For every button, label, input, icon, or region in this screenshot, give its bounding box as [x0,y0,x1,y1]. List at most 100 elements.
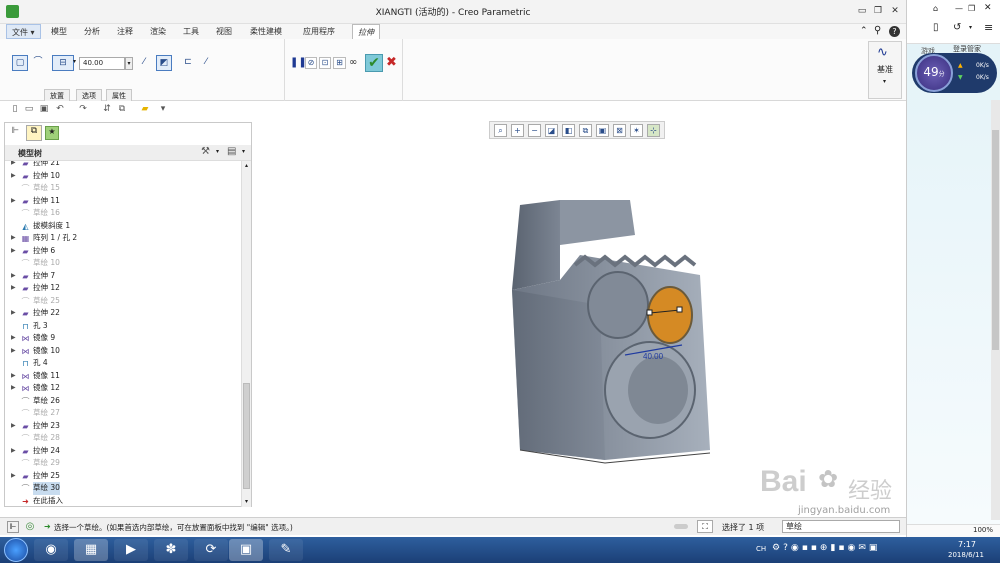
refit-icon[interactable]: ⌕ [494,124,507,137]
expand-icon[interactable]: ▶ [11,345,17,358]
tree-item[interactable]: ▶ ⋈ 镜像 9 [5,332,241,345]
attached-preview-icon[interactable]: ⊡ [319,57,331,69]
chevron-down-icon[interactable]: ▾ [969,24,972,31]
expand-icon[interactable]: ▶ [11,332,17,345]
start-button[interactable] [4,538,28,562]
expand-icon[interactable]: ▶ [11,161,17,170]
annotation-display-icon[interactable]: ⊹ [647,124,660,137]
tree-item[interactable]: ▶ ▰ 拉伸 6 [5,245,241,258]
accelerator-widget[interactable]: 49分 ▲ 0K/s ▼ 0K/s [912,53,997,93]
cancel-button[interactable]: ✖ [386,55,397,70]
display-style-icon[interactable]: ◧ [562,124,575,137]
restore-icon[interactable]: ❐ [968,4,975,13]
zoom-out-icon[interactable]: − [528,124,541,137]
chevron-down-icon[interactable]: ▾ [73,58,76,65]
tab-flexible-modeling[interactable]: 柔性建模 [245,24,287,39]
filter-select[interactable]: 草绘 [782,520,900,533]
tree-item[interactable]: ⌒ 草绘 27 [5,407,241,420]
tree-item[interactable]: ▶ ▰ 拉伸 7 [5,270,241,283]
collapse-icon[interactable]: ⌃ [860,26,868,36]
tree-item[interactable]: ▶ ▰ 拉伸 10 [5,170,241,183]
expand-icon[interactable]: ▶ [11,232,17,245]
depth-input[interactable]: 40.00 [79,57,125,70]
tab-properties[interactable]: 属性 [106,89,132,101]
save-icon[interactable]: ▣ [39,104,49,114]
selection-filter-icon[interactable]: ⛶ [697,520,713,533]
undo-icon[interactable]: ↶ [55,104,65,114]
tray-icons[interactable]: ⚙?◉▪▪⊕▮▪◉✉▣ [772,543,880,553]
tree-item[interactable]: ⌒ 草绘 26 [5,395,241,408]
expand-icon[interactable]: ▶ [11,282,17,295]
expand-icon[interactable]: ▶ [11,470,17,483]
tree-scrollbar[interactable]: ▴ ▾ [241,161,251,507]
windows-icon[interactable]: ⧉ [117,104,127,114]
tab-extrude[interactable]: 拉伸 [352,24,380,39]
tree-item[interactable]: ⌒ 草绘 29 [5,457,241,470]
regenerate-icon[interactable]: ⇵ [102,104,112,114]
flip-direction-icon[interactable]: ⁄ [136,55,152,71]
expand-icon[interactable]: ▶ [11,445,17,458]
drag-handle[interactable] [646,309,653,316]
navigator-toggle-icon[interactable]: ⊩ [7,521,19,533]
tree-item[interactable]: ⌒ 草绘 25 [5,295,241,308]
clock-time[interactable]: 7:17 [958,540,976,549]
tab-annotate[interactable]: 注释 [112,24,138,39]
repaint-icon[interactable]: ◪ [545,124,558,137]
view-manager-icon[interactable]: ▣ [596,124,609,137]
zoom-level[interactable]: 100% [973,526,993,534]
search-icon[interactable]: ⚲ [874,25,881,36]
open-icon[interactable]: ▭ [24,104,34,114]
shirt-icon[interactable]: ⌂ [933,4,938,13]
detached-preview-icon[interactable]: ⊞ [333,57,346,69]
tree-item[interactable]: ⊓ 孔 3 [5,320,241,333]
expand-icon[interactable]: ▶ [11,382,17,395]
taskbar-app-icon[interactable]: ✽ [154,539,188,561]
tree-item[interactable]: ▶ ▰ 拉伸 24 [5,445,241,458]
accept-button[interactable]: ✔ [365,54,383,72]
model-3d-view[interactable]: 40.00 [500,195,715,470]
folder-icon[interactable]: ▰ [140,104,150,114]
refresh-icon[interactable]: ↺ [953,22,961,33]
new-icon[interactable]: ▯ [10,104,20,114]
tree-item[interactable]: ▶ ▰ 拉伸 22 [5,307,241,320]
model-tree-tab-icon[interactable]: ⊩ [8,126,22,140]
thicken-icon[interactable]: ⊏ [180,55,196,71]
datum-display-icon[interactable]: ✶ [630,124,643,137]
restore-button[interactable]: ❐ [872,6,884,17]
expand-icon[interactable]: ▶ [11,270,17,283]
flip-thicken-icon[interactable]: ⁄ [198,55,214,71]
expand-icon[interactable]: ▶ [11,420,17,433]
saved-views-icon[interactable]: ⧉ [579,124,592,137]
close-icon[interactable]: ✕ [984,3,992,13]
tab-applications[interactable]: 应用程序 [298,24,340,39]
tree-item[interactable]: ⌒ 草绘 16 [5,207,241,220]
tree-item[interactable]: ▶ ▰ 拉伸 25 [5,470,241,483]
tab-view[interactable]: 视图 [211,24,237,39]
menu-icon[interactable]: ≡ [984,21,993,34]
no-preview-icon[interactable]: ⊘ [305,57,317,69]
scrollbar-thumb[interactable] [243,383,250,489]
taskbar-360-icon[interactable]: ⟳ [194,539,228,561]
close-button[interactable]: ✕ [889,6,901,17]
tab-file[interactable]: 文件 ▾ [6,24,41,39]
surface-icon[interactable]: ⌒ [30,55,46,71]
tree-item[interactable]: ➜ 在此插入 [5,495,241,508]
perspective-icon[interactable]: ⊠ [613,124,626,137]
depth-dropdown-icon[interactable]: ▾ [125,57,133,70]
verify-icon[interactable]: ∞ [349,57,357,68]
tree-item[interactable]: ▶ ⋈ 镜像 12 [5,382,241,395]
help-icon[interactable]: ? [889,26,900,37]
expand-icon[interactable]: ▶ [11,195,17,208]
tree-item[interactable]: ◭ 拔模斜度 1 [5,220,241,233]
tree-item[interactable]: ▶ ⋈ 镜像 10 [5,345,241,358]
minimize-icon[interactable]: — [955,4,963,13]
customize-icon[interactable]: ▾ [158,104,168,114]
browser-toggle-icon[interactable]: ◎ [24,521,36,533]
remove-material-icon[interactable]: ◩ [156,55,172,71]
expand-icon[interactable]: ▶ [11,307,17,320]
clock-date[interactable]: 2018/6/11 [948,551,984,559]
datum-group[interactable]: ∿ 基准 ▾ [868,41,902,99]
expand-icon[interactable]: ▶ [11,370,17,383]
tree-item[interactable]: ▶ ▰ 拉伸 23 [5,420,241,433]
taskbar-explorer-icon[interactable]: ▦ [74,539,108,561]
